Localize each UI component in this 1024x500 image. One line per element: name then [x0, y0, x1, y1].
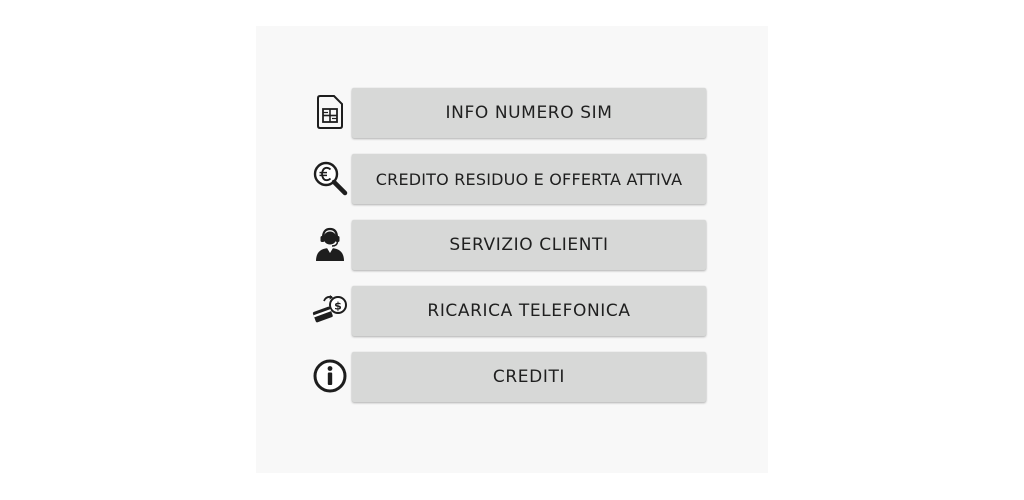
menu-row-servizio-clienti: SERVIZIO CLIENTI [312, 220, 712, 270]
info-numero-sim-button[interactable]: INFO NUMERO SIM [352, 88, 706, 138]
customer-support-icon [312, 226, 348, 262]
main-menu: INFO NUMERO SIM CREDITO RESIDUO E OFFERT… [312, 88, 712, 418]
main-panel: INFO NUMERO SIM CREDITO RESIDUO E OFFERT… [256, 26, 768, 473]
card-payment-icon: $ [312, 292, 348, 328]
svg-text:$: $ [334, 300, 342, 313]
ricarica-telefonica-button[interactable]: RICARICA TELEFONICA [352, 286, 706, 336]
credito-residuo-button[interactable]: CREDITO RESIDUO E OFFERTA ATTIVA [352, 154, 706, 204]
menu-row-ricarica: $ RICARICA TELEFONICA [312, 286, 712, 336]
menu-row-info-sim: INFO NUMERO SIM [312, 88, 712, 138]
info-icon [312, 358, 348, 394]
menu-row-credito: CREDITO RESIDUO E OFFERTA ATTIVA [312, 154, 712, 204]
sim-card-icon [312, 94, 348, 130]
servizio-clienti-button[interactable]: SERVIZIO CLIENTI [352, 220, 706, 270]
euro-search-icon [312, 160, 348, 196]
menu-row-crediti: CREDITI [312, 352, 712, 402]
crediti-button[interactable]: CREDITI [352, 352, 706, 402]
